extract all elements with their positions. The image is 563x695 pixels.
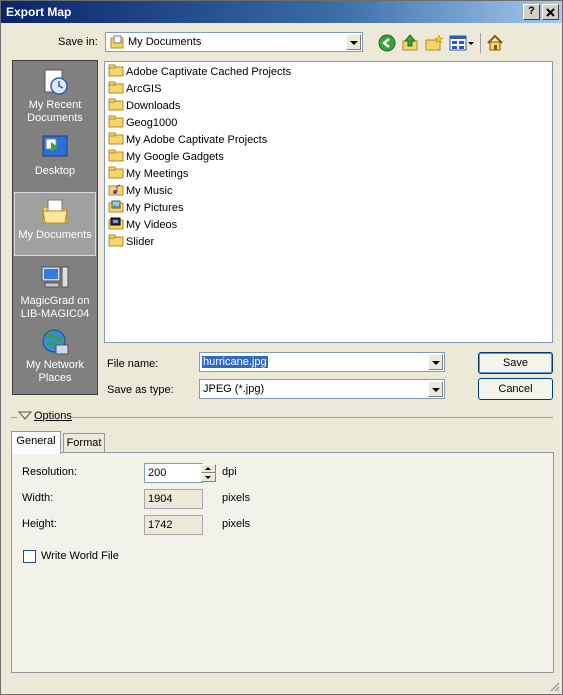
file-list-item-label: Geog1000 (126, 117, 178, 129)
folder-icon (108, 115, 124, 128)
file-list-item[interactable]: My Videos (108, 217, 177, 234)
file-list-item-label: My Meetings (126, 168, 189, 180)
file-list-item-label: ArcGIS (126, 83, 162, 95)
save-in-combo[interactable]: My Documents (105, 32, 363, 52)
height-label: Height: (22, 518, 57, 530)
export-map-dialog: Export Map ? Save in: My Documents My Re… (0, 0, 563, 695)
folder-icon (108, 166, 124, 179)
places-bar: My Recent Documents Desktop My Documents (12, 60, 98, 395)
folder-icon (108, 64, 124, 77)
resolution-unit: dpi (222, 466, 237, 478)
help-button[interactable]: ? (523, 4, 540, 20)
place-magicgrad[interactable]: MagicGrad on LIB-MAGIC04 (14, 259, 96, 323)
options-line (71, 417, 553, 418)
music-folder-icon (108, 184, 124, 196)
window-title: Export Map (6, 5, 72, 19)
desktop-icon (42, 135, 68, 157)
resolution-spin-down[interactable] (201, 473, 216, 482)
file-list-item[interactable]: My Google Gadgets (108, 149, 224, 166)
network-places-icon (42, 329, 69, 355)
file-list-item-label: My Music (126, 185, 173, 197)
place-label: My Network Places (25, 359, 85, 384)
file-list-item-label: My Pictures (126, 202, 184, 214)
file-name-dropdown-arrow[interactable] (428, 354, 443, 370)
cancel-button[interactable]: Cancel (478, 378, 553, 400)
file-list-item[interactable]: My Pictures (108, 200, 183, 217)
videos-folder-icon (108, 217, 124, 230)
place-my-documents[interactable]: My Documents (14, 192, 96, 256)
folder-icon (108, 234, 124, 247)
tab-format[interactable]: Format (63, 433, 105, 454)
place-label: My Documents (18, 229, 92, 241)
file-list-item[interactable]: Slider (108, 234, 154, 251)
folder-icon (108, 98, 124, 111)
file-list-item[interactable]: My Music (108, 183, 172, 200)
pictures-folder-icon (108, 200, 124, 213)
file-list-item-label: My Adobe Captivate Projects (126, 134, 268, 146)
folder-icon (108, 149, 124, 162)
my-documents-small-icon (110, 35, 124, 49)
tab-general[interactable]: General (11, 431, 61, 454)
resolution-spin-up[interactable] (201, 464, 216, 473)
file-list[interactable]: Adobe Captivate Cached Projects ArcGIS Dow… (104, 61, 553, 343)
height-unit: pixels (222, 518, 251, 530)
file-list-item-label: Downloads (126, 100, 181, 112)
new-folder-icon[interactable] (425, 34, 443, 52)
my-documents-icon (42, 199, 68, 224)
views-menu-icon[interactable] (449, 34, 475, 52)
save-as-type-label: Save as type: (107, 384, 174, 396)
width-unit: pixels (222, 492, 251, 504)
file-list-item-label: My Videos (126, 219, 178, 231)
save-as-type-dropdown-arrow[interactable] (428, 381, 443, 397)
place-label: MagicGrad on LIB-MAGIC04 (20, 295, 90, 320)
write-world-file-checkbox[interactable] (23, 550, 36, 563)
write-world-file-label[interactable]: Write World File (41, 550, 119, 562)
file-list-item[interactable]: My Adobe Captivate Projects (108, 132, 267, 149)
close-button[interactable] (542, 4, 559, 20)
file-name-value: hurricane.jpg (202, 356, 268, 368)
folder-icon (108, 81, 124, 94)
file-list-item-label: Adobe Captivate Cached Projects (126, 66, 292, 78)
options-label[interactable]: Options (34, 410, 72, 422)
options-line-left (11, 417, 17, 418)
resize-grip-icon[interactable] (548, 680, 560, 692)
save-as-type-select[interactable]: JPEG (*.jpg) (199, 379, 445, 399)
place-desktop[interactable]: Desktop (14, 129, 96, 189)
title-bar[interactable]: Export Map (1, 1, 562, 23)
file-list-item-label: My Google Gadgets (126, 151, 224, 163)
computer-icon (41, 266, 69, 288)
save-in-value: My Documents (128, 36, 202, 48)
save-button[interactable]: Save (478, 352, 553, 374)
place-label: Desktop (34, 165, 76, 177)
toolbar-separator (480, 33, 481, 53)
place-label: My Recent Documents (27, 99, 83, 124)
file-list-item[interactable]: Adobe Captivate Cached Projects (108, 64, 291, 81)
home-icon[interactable] (486, 34, 504, 52)
file-list-item[interactable]: ArcGIS (108, 81, 161, 98)
up-folder-icon[interactable] (401, 34, 419, 52)
width-label: Width: (22, 492, 54, 504)
file-name-field[interactable]: hurricane.jpg (199, 352, 445, 372)
recent-documents-icon (44, 69, 68, 95)
height-value: 1742 (144, 515, 203, 535)
save-as-type-value: JPEG (*.jpg) (203, 383, 265, 395)
resolution-input[interactable]: 200 (144, 463, 203, 483)
place-my-network-places[interactable]: My Network Places (14, 323, 96, 387)
back-icon[interactable] (378, 34, 396, 52)
file-list-item[interactable]: Downloads (108, 98, 180, 115)
options-collapse-icon[interactable] (18, 411, 32, 421)
file-list-item-label: Slider (126, 236, 155, 248)
general-tab-panel: Resolution: 200 dpi Width: 1904 pixels H… (11, 452, 554, 673)
file-list-item[interactable]: My Meetings (108, 166, 188, 183)
save-in-dropdown-arrow[interactable] (346, 34, 361, 50)
folder-icon (108, 132, 124, 145)
file-name-label: File name: (107, 358, 159, 370)
save-in-label: Save in: (58, 36, 98, 48)
width-value: 1904 (144, 489, 203, 509)
resolution-label: Resolution: (22, 466, 78, 478)
place-my-recent-documents[interactable]: My Recent Documents (14, 63, 96, 127)
file-list-item[interactable]: Geog1000 (108, 115, 177, 132)
close-icon (546, 8, 555, 17)
